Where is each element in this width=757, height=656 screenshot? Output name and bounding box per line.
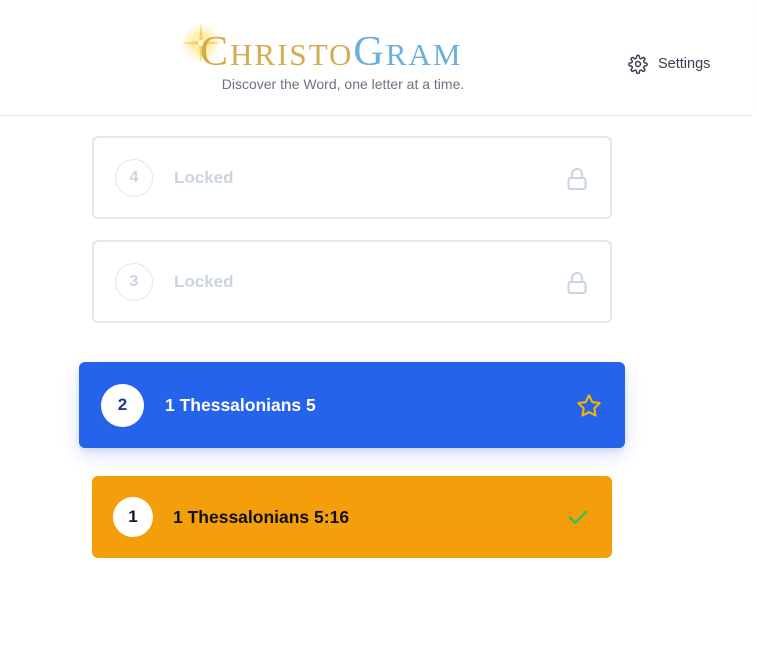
level-label: 1 Thessalonians 5 [165,394,316,415]
brand-initial-c: C [200,29,231,75]
app-header: CHRISTOGRAM Discover the Word, one lette… [0,0,752,116]
star-icon [575,392,603,420]
level-label: 1 Thessalonians 5:16 [173,506,350,527]
level-number: 4 [115,158,153,197]
settings-button[interactable]: Settings [628,53,710,75]
level-card-2[interactable]: 2 1 Thessalonians 5 [79,362,625,448]
check-icon [566,506,590,528]
level-card-1[interactable]: 1 1 Thessalonians 5:16 [92,476,612,558]
brand-initial-g: G [353,29,386,75]
level-card-3: 3 Locked [92,240,612,323]
settings-label: Settings [658,56,711,72]
level-label: Locked [174,167,234,187]
level-card-4: 4 Locked [92,136,612,219]
brand-text-ram: RAM [385,37,463,72]
level-label: Locked [174,271,234,291]
level-number: 2 [101,383,144,427]
tagline: Discover the Word, one letter at a time. [221,76,465,92]
brand-wordmark: CHRISTOGRAM [200,29,463,75]
lock-icon [564,270,590,296]
level-number: 3 [115,262,153,301]
brand-text-hristo: HRISTO [230,37,354,72]
lock-icon [564,166,590,192]
level-number: 1 [113,497,153,537]
gear-icon [628,54,648,74]
christogram-logo[interactable]: CHRISTOGRAM [178,18,488,80]
